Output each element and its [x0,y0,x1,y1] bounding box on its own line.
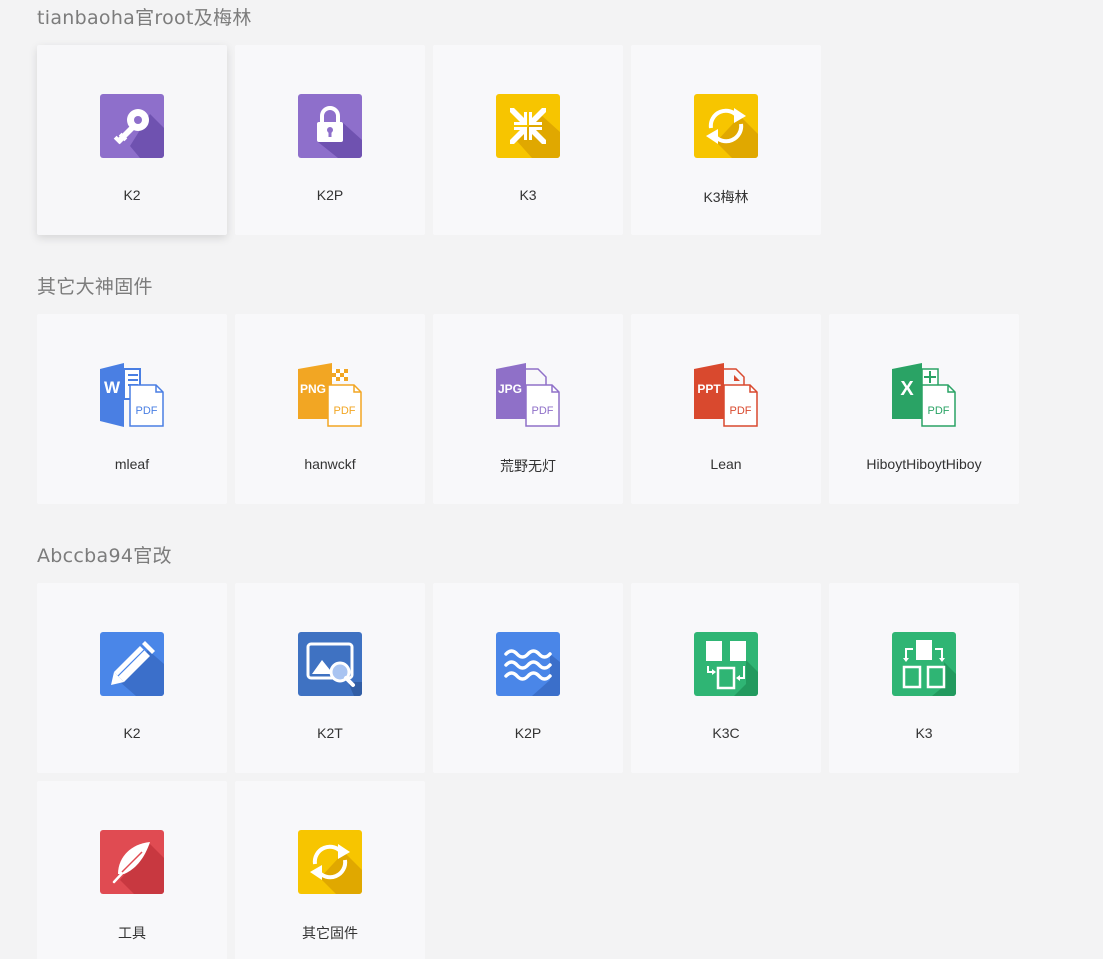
sync-icon [298,830,362,894]
section-title-tianbaoha: tianbaoha官root及梅林 [37,7,252,29]
tile-label: K2T [317,725,343,741]
tile-label: K3 [915,725,933,741]
image-search-icon [298,632,362,696]
section-title-abccba94: Abccba94官改 [37,545,172,567]
tile-abc-k2[interactable]: K2 [37,583,227,773]
waves-icon [496,632,560,696]
tile-label: Lean [710,456,742,472]
tile-label: HiboytHiboytHiboy [866,456,982,472]
file-badge: PNG [300,382,326,396]
tile-abc-k3[interactable]: K3 [829,583,1019,773]
tile-grid-abccba94: K2 K2T K2P K3C K3 工具 其它固件 [37,583,1019,959]
ppt-to-pdf-icon: PPT PDF [694,363,758,427]
tile-label: K3C [712,725,740,741]
tile-label: mleaf [114,456,150,472]
tile-label: K3 [519,187,537,203]
tile-label: K3梅林 [703,189,749,205]
tile-label: hanwckf [304,456,356,472]
tile-abc-tools[interactable]: 工具 [37,781,227,959]
excel-to-pdf-icon: X PDF [892,363,956,427]
merge-pages-icon [892,632,956,696]
pdf-label: PDF [730,405,752,417]
file-badge: PPT [697,382,721,396]
tile-abc-k2p[interactable]: K2P [433,583,623,773]
pencil-icon [100,632,164,696]
tile-hanwckf[interactable]: PNG PDF hanwckf [235,314,425,504]
png-to-pdf-icon: PNG PDF [298,363,362,427]
jpg-to-pdf-icon: JPG PDF [496,363,560,427]
file-badge: JPG [498,382,522,396]
tile-k3-merlin[interactable]: K3梅林 [631,45,821,235]
pdf-label: PDF [532,405,554,417]
split-pages-icon [694,632,758,696]
tile-grid-other-firmware: W PDF mleaf PNG PDF hanwckf JPG PDF 荒野无灯… [37,314,1019,504]
lock-icon [298,94,362,158]
tile-abc-k2t[interactable]: K2T [235,583,425,773]
tile-label: 荒野无灯 [500,458,556,474]
tile-lean[interactable]: PPT PDF Lean [631,314,821,504]
tile-grid-tianbaoha: K2 K2P K3 K3梅林 [37,45,1019,235]
firmware-page: tianbaoha官root及梅林 K2 K2P K3 K3梅林 其它大神固件 … [0,0,1103,959]
tile-label: K2P [514,725,542,741]
tile-mleaf[interactable]: W PDF mleaf [37,314,227,504]
tile-k3[interactable]: K3 [433,45,623,235]
pdf-label: PDF [136,405,158,417]
tile-label: 工具 [118,925,146,941]
pdf-label: PDF [334,405,356,417]
sync-icon [694,94,758,158]
tile-abc-k3c[interactable]: K3C [631,583,821,773]
tile-k2p[interactable]: K2P [235,45,425,235]
tile-wildland-nolight[interactable]: JPG PDF 荒野无灯 [433,314,623,504]
key-icon [100,94,164,158]
file-badge: X [900,378,914,400]
file-badge: W [104,378,121,397]
tile-label: K2 [123,187,141,203]
tile-abc-other-firmware[interactable]: 其它固件 [235,781,425,959]
word-to-pdf-icon: W PDF [100,363,164,427]
tile-hiboyt[interactable]: X PDF HiboytHiboytHiboy [829,314,1019,504]
compress-arrows-icon [496,94,560,158]
tile-label: K2 [123,725,141,741]
pdf-label: PDF [928,405,950,417]
tile-label: 其它固件 [302,925,358,941]
tile-k2[interactable]: K2 [37,45,227,235]
feather-icon [100,830,164,894]
tile-label: K2P [316,187,344,203]
section-title-other-firmware: 其它大神固件 [37,276,153,298]
